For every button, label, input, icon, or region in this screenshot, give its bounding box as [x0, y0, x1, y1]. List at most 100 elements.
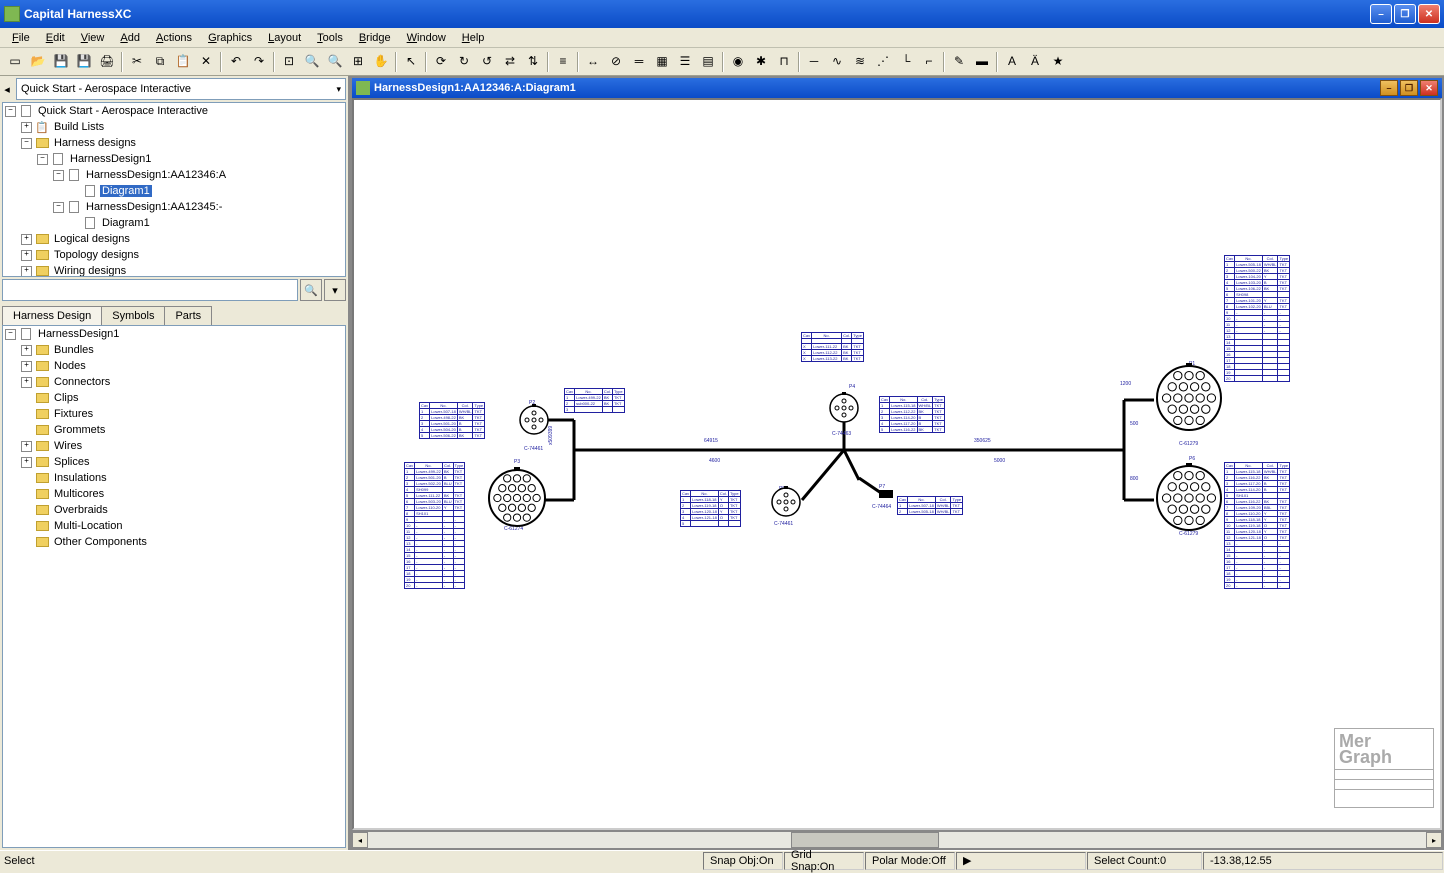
scroll-thumb[interactable]: [791, 832, 939, 848]
toolbar-symbol-button[interactable]: ★: [1047, 51, 1069, 73]
status-grid-snap[interactable]: Grid Snap:On: [784, 852, 864, 870]
tree-hd1[interactable]: HarnessDesign1: [68, 153, 153, 165]
toolbar-rotate-cw-button[interactable]: ↻: [453, 51, 475, 73]
toolbar-stack-button[interactable]: ☰: [674, 51, 696, 73]
project-selector[interactable]: Quick Start - Aerospace Interactive ▾: [16, 78, 346, 100]
toolbar-paste-button[interactable]: 📋: [172, 51, 194, 73]
tree-harness-designs[interactable]: Harness designs: [52, 137, 138, 149]
tree2-bundles[interactable]: Bundles: [52, 344, 96, 356]
tree-build-lists[interactable]: Build Lists: [52, 121, 106, 133]
doc-close-button[interactable]: ✕: [1420, 80, 1438, 96]
close-button[interactable]: ✕: [1418, 4, 1440, 24]
toolbar-save-button[interactable]: 💾: [50, 51, 72, 73]
toolbar-select-button[interactable]: ↖: [400, 51, 422, 73]
toolbar-text-button[interactable]: A: [1001, 51, 1023, 73]
tree2-splices[interactable]: Splices: [52, 456, 91, 468]
toolbar-copy-button[interactable]: ⧉: [149, 51, 171, 73]
toolbar-wire3-dd-button[interactable]: ⋰: [872, 51, 894, 73]
menu-tools[interactable]: Tools: [309, 30, 351, 46]
toolbar-dimension-dd-button[interactable]: ↔: [582, 51, 604, 73]
tree2-multicores[interactable]: Multicores: [52, 488, 106, 500]
toolbar-wire-dd-button[interactable]: ∿: [826, 51, 848, 73]
toolbar-zoom-extents-button[interactable]: ⊡: [278, 51, 300, 73]
toolbar-zoom-out-button[interactable]: 🔍: [324, 51, 346, 73]
tree-toggle[interactable]: −: [5, 329, 16, 340]
tree-toggle[interactable]: −: [53, 202, 64, 213]
tree2-clips[interactable]: Clips: [52, 392, 80, 404]
toolbar-wire2-dd-button[interactable]: ≋: [849, 51, 871, 73]
toolbar-flip-button[interactable]: ⇄: [499, 51, 521, 73]
tree-toggle[interactable]: −: [5, 106, 16, 117]
scroll-right-button[interactable]: ▸: [1426, 832, 1442, 848]
menu-view[interactable]: View: [73, 30, 113, 46]
tree-toggle[interactable]: +: [21, 234, 32, 245]
tree-toggle[interactable]: +: [21, 122, 32, 133]
toolbar-bundle2-button[interactable]: ▦: [651, 51, 673, 73]
toolbar-pan-button[interactable]: ✋: [370, 51, 392, 73]
tree-toggle[interactable]: −: [53, 170, 64, 181]
search-input[interactable]: [2, 279, 298, 301]
menu-edit[interactable]: Edit: [38, 30, 73, 46]
minimize-button[interactable]: –: [1370, 4, 1392, 24]
tree-logical[interactable]: Logical designs: [52, 233, 132, 245]
toolbar-mirror-button[interactable]: ⇅: [522, 51, 544, 73]
toolbar-zoom-window-button[interactable]: ⊞: [347, 51, 369, 73]
tree2-insulations[interactable]: Insulations: [52, 472, 109, 484]
tree2-multi-location[interactable]: Multi-Location: [52, 520, 124, 532]
toolbar-bundle-button[interactable]: ═: [628, 51, 650, 73]
menu-add[interactable]: Add: [112, 30, 148, 46]
tree2-grommets[interactable]: Grommets: [52, 424, 107, 436]
menu-file[interactable]: File: [4, 30, 38, 46]
tab-parts[interactable]: Parts: [164, 306, 212, 325]
tree2-wires[interactable]: Wires: [52, 440, 84, 452]
horizontal-scrollbar[interactable]: ◂ ▸: [352, 832, 1442, 848]
tree-root[interactable]: Quick Start - Aerospace Interactive: [36, 105, 210, 117]
tree-hd1b[interactable]: HarnessDesign1:AA12345:-: [84, 201, 224, 213]
tree-topology[interactable]: Topology designs: [52, 249, 141, 261]
toolbar-refresh-button[interactable]: ⟳: [430, 51, 452, 73]
toolbar-clip-button[interactable]: ⊓: [773, 51, 795, 73]
tree2-overbraids[interactable]: Overbraids: [52, 504, 110, 516]
tree2-root[interactable]: HarnessDesign1: [36, 328, 121, 340]
toolbar-route-button[interactable]: └: [895, 51, 917, 73]
menu-actions[interactable]: Actions: [148, 30, 200, 46]
toolbar-break-button[interactable]: ⊘: [605, 51, 627, 73]
tree-diagram1-selected[interactable]: Diagram1: [100, 185, 152, 197]
tree-toggle[interactable]: +: [21, 441, 32, 452]
toolbar-cut-button[interactable]: ✂: [126, 51, 148, 73]
tree-toggle[interactable]: +: [21, 361, 32, 372]
tree-toggle[interactable]: +: [21, 266, 32, 277]
toolbar-splice-button[interactable]: ✱: [750, 51, 772, 73]
tree-diagram2[interactable]: Diagram1: [100, 217, 152, 229]
tree-toggle[interactable]: −: [21, 138, 32, 149]
tab-harness-design[interactable]: Harness Design: [2, 306, 102, 325]
menu-bridge[interactable]: Bridge: [351, 30, 399, 46]
tree2-nodes[interactable]: Nodes: [52, 360, 88, 372]
tree2-fixtures[interactable]: Fixtures: [52, 408, 95, 420]
menu-window[interactable]: Window: [399, 30, 454, 46]
menu-layout[interactable]: Layout: [260, 30, 309, 46]
toolbar-edit-wire-button[interactable]: ✎: [948, 51, 970, 73]
maximize-button[interactable]: ❐: [1394, 4, 1416, 24]
toolbar-connector-button[interactable]: ◉: [727, 51, 749, 73]
tree-toggle[interactable]: +: [21, 250, 32, 261]
status-snap-obj[interactable]: Snap Obj:On: [703, 852, 783, 870]
menu-help[interactable]: Help: [454, 30, 493, 46]
status-play[interactable]: ▶: [956, 852, 1086, 870]
tree-toggle[interactable]: +: [21, 345, 32, 356]
toolbar-text-style-button[interactable]: Ä: [1024, 51, 1046, 73]
toolbar-new-button[interactable]: ▭: [4, 51, 26, 73]
toolbar-save-all-button[interactable]: 💾: [73, 51, 95, 73]
toolbar-rotate-ccw-button[interactable]: ↺: [476, 51, 498, 73]
tree-wiring[interactable]: Wiring designs: [52, 265, 128, 277]
toolbar-print-button[interactable]: 🖨: [96, 51, 118, 73]
diagram-canvas[interactable]: 64915 4600 5000 350625 x509399 1200 500 …: [352, 98, 1442, 830]
status-polar-mode[interactable]: Polar Mode:Off: [865, 852, 955, 870]
search-button[interactable]: 🔍: [300, 279, 322, 301]
menu-graphics[interactable]: Graphics: [200, 30, 260, 46]
toolbar-undo-button[interactable]: ↶: [225, 51, 247, 73]
doc-minimize-button[interactable]: –: [1380, 80, 1398, 96]
panel-collapse-arrow[interactable]: ◂: [0, 83, 14, 96]
toolbar-zoom-in-button[interactable]: 🔍: [301, 51, 323, 73]
search-dropdown[interactable]: ▾: [324, 279, 346, 301]
